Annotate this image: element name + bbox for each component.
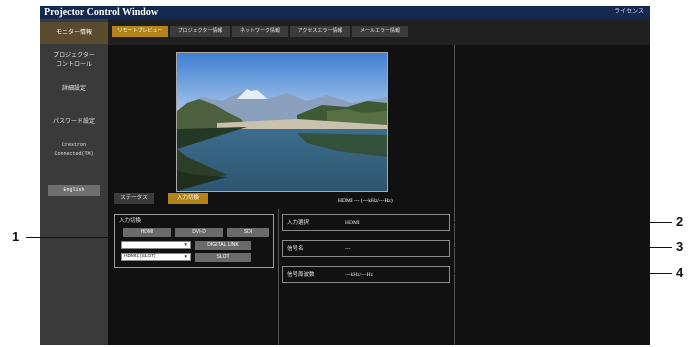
callout-1: 1 xyxy=(12,229,20,244)
chevron-down-icon: ▼ xyxy=(183,254,188,259)
info-row-signal-name: 信号名 --- xyxy=(282,240,450,257)
info-row-input-select: 入力選択 HDMI xyxy=(282,214,450,231)
callout-line xyxy=(450,222,672,223)
sidebar-item-password-settings[interactable]: パスワード設定 xyxy=(40,114,108,130)
info-row-signal-frequency: 信号周波数 ---kHz/---Hz xyxy=(282,266,450,283)
divider xyxy=(278,209,279,345)
tab-remote-preview[interactable]: リモートプレビュー xyxy=(112,26,168,37)
app-title: Projector Control Window xyxy=(44,7,159,18)
subtab-input-switch[interactable]: 入力切換 xyxy=(168,193,208,204)
slot-select-value: HDMI1 [SLOT] xyxy=(124,254,156,259)
sidebar-item-detailed-settings[interactable]: 詳細設定 xyxy=(40,81,108,97)
sidebar-item-projector-control[interactable]: プロジェクター コントロール xyxy=(40,52,108,72)
chevron-down-icon: ▼ xyxy=(183,242,188,247)
input-switch-title: 入力切換 xyxy=(119,218,142,224)
info-label: 信号名 xyxy=(287,246,304,252)
tab-mail-error-info[interactable]: メールエラー情報 xyxy=(352,26,408,37)
info-label: 信号周波数 xyxy=(287,272,315,278)
sidebar-item-crestron[interactable]: Crestron Connected(TM) xyxy=(40,141,108,161)
sidebar-item-monitor-info[interactable]: モニター情報 xyxy=(40,22,108,44)
info-value: ---kHz/---Hz xyxy=(345,272,374,278)
sidebar: モニター情報 プロジェクター コントロール 詳細設定 パスワード設定 Crest… xyxy=(40,19,108,345)
remote-preview-image xyxy=(176,52,388,192)
subtab-status[interactable]: ステータス xyxy=(114,193,154,204)
english-button[interactable]: English xyxy=(48,185,100,196)
divider xyxy=(454,45,455,345)
input-select[interactable]: ▼ xyxy=(121,241,191,249)
info-label: 入力選択 xyxy=(287,220,310,226)
dvi-d-button[interactable]: DVI-D xyxy=(175,228,223,237)
callout-line xyxy=(450,247,672,248)
digital-link-button[interactable]: DIGITAL LINK xyxy=(195,241,251,250)
landscape-image xyxy=(177,53,387,191)
tab-access-error-info[interactable]: アクセスエラー情報 xyxy=(290,26,350,37)
info-value: --- xyxy=(345,246,351,252)
slot-select[interactable]: HDMI1 [SLOT] ▼ xyxy=(121,253,191,261)
input-switch-panel: 入力切換 HDMI DVI-D SDI ▼ DIGITAL LINK HDMI1… xyxy=(114,214,274,268)
info-value: HDMI xyxy=(345,220,360,226)
callout-2: 2 xyxy=(676,214,684,229)
license-link[interactable]: ライセンス xyxy=(614,6,644,19)
tab-bar: リモートプレビュー プロジェクター情報 ネットワーク情報 アクセスエラー情報 メ… xyxy=(108,19,650,45)
title-bar: Projector Control Window ライセンス xyxy=(40,6,650,19)
signal-status-text: HDMI --- (---kHz/---Hz) xyxy=(338,198,393,204)
callout-line xyxy=(26,237,114,238)
callout-4: 4 xyxy=(676,265,684,280)
tab-projector-info[interactable]: プロジェクター情報 xyxy=(170,26,230,37)
main-content: ステータス 入力切換 HDMI --- (---kHz/---Hz) 入力切換 … xyxy=(108,45,650,345)
hdmi-button[interactable]: HDMI xyxy=(123,228,171,237)
tab-network-info[interactable]: ネットワーク情報 xyxy=(232,26,288,37)
slot-button[interactable]: SLOT xyxy=(195,253,251,262)
callout-line xyxy=(450,273,672,274)
callout-3: 3 xyxy=(676,239,684,254)
sdi-button[interactable]: SDI xyxy=(227,228,269,237)
